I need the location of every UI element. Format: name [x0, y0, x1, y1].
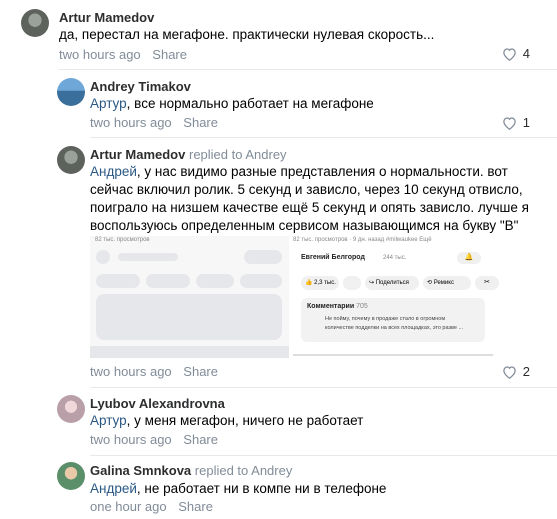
avatar[interactable]	[57, 462, 85, 490]
author-name[interactable]: Artur Mamedov	[90, 147, 185, 162]
replied-to[interactable]: replied to Andrey	[189, 147, 287, 162]
divider	[90, 387, 557, 388]
comment-meta: one hour ago Share	[90, 499, 213, 514]
share-button[interactable]: Share	[183, 432, 218, 447]
comment-text: Андрей, у нас видимо разные представлени…	[90, 163, 535, 235]
comment-meta: two hours ago Share	[90, 364, 218, 379]
comment-body: , все нормально работает на мегафоне	[126, 96, 374, 111]
video-share-label: Поделиться	[375, 280, 409, 286]
comments-preview: Комментарии 705 Не пойму, почему в прода…	[301, 298, 485, 342]
like-button[interactable]: 1	[502, 115, 530, 130]
comment-time[interactable]: two hours ago	[59, 47, 141, 62]
share-button[interactable]: Share	[178, 499, 213, 514]
comments-label: Комментарии	[307, 303, 355, 310]
mention-link[interactable]: Артур	[90, 96, 127, 111]
dislike-icon	[343, 276, 361, 290]
comment-body: , у нас видимо разные представления о но…	[90, 164, 529, 233]
comment-author[interactable]: Artur Mamedov replied to Andrey	[90, 147, 287, 162]
bell-icon: 🔔	[457, 252, 481, 264]
share-button[interactable]: Share	[152, 47, 187, 62]
author-name[interactable]: Galina Smnkova	[90, 463, 191, 478]
mention-link[interactable]: Артур	[90, 413, 127, 428]
comment-time[interactable]: one hour ago	[90, 499, 167, 514]
comment-body: , не работает ни в компе ни в телефоне	[136, 481, 387, 496]
comments-heading: Комментарии 705	[307, 303, 368, 310]
avatar[interactable]	[57, 78, 85, 106]
share-button[interactable]: Share	[183, 364, 218, 379]
comment-meta: two hours ago Share	[90, 115, 218, 130]
share-pill: ↪ Поделиться	[365, 276, 419, 290]
heart-icon	[503, 47, 516, 61]
views-meta: 82 тыс. просмотров · 9 дн. назад #milwau…	[293, 237, 432, 243]
comment-time[interactable]: two hours ago	[90, 364, 172, 379]
comment-text: Артур, все нормально работает на мегафон…	[90, 95, 530, 113]
comment-text: Артур, у меня мегафон, ничего не работае…	[90, 412, 530, 430]
avatar[interactable]	[57, 395, 85, 423]
progress-bar	[293, 354, 493, 356]
like-count: 4	[522, 46, 530, 61]
like-pill: 👍 2,3 тыс.	[301, 276, 339, 290]
like-count: 1	[522, 115, 530, 130]
attached-image[interactable]: 82 тыс. просмотров 82 тыс. просмотров · …	[90, 236, 500, 358]
channel-name: Евгений Белгород	[301, 254, 365, 261]
preview-comment: Не пойму, почему в продаже стало в огром…	[325, 316, 464, 331]
scissors-icon: ✂	[475, 276, 499, 290]
like-count: 2	[522, 364, 530, 379]
subscriber-count: 244 тыс.	[383, 255, 407, 261]
divider	[90, 137, 557, 138]
like-button[interactable]: 4	[502, 46, 530, 61]
comment-author[interactable]: Lyubov Alexandrovna	[90, 396, 225, 411]
comment-body: да, перестал на мегафоне. практически ну…	[59, 27, 435, 42]
views-label: 82 тыс. просмотров	[95, 237, 150, 243]
comment-text: да, перестал на мегафоне. практически ну…	[59, 26, 529, 44]
like-button[interactable]: 2	[502, 364, 530, 379]
heart-icon	[503, 365, 516, 379]
heart-icon	[503, 116, 516, 130]
mention-link[interactable]: Андрей	[90, 164, 137, 179]
mention-link[interactable]: Андрей	[90, 481, 137, 496]
video-like-count: 2,3 тыс.	[314, 280, 336, 286]
remix-label: Ремикс	[433, 280, 454, 286]
comment-author[interactable]: Artur Mamedov	[59, 10, 154, 25]
video-skeleton: 82 тыс. просмотров	[90, 236, 289, 358]
replied-to[interactable]: replied to Andrey	[195, 463, 293, 478]
avatar[interactable]	[21, 9, 49, 37]
comment-author[interactable]: Galina Smnkova replied to Andrey	[90, 463, 292, 478]
divider	[59, 69, 557, 70]
comment-meta: two hours ago Share	[59, 47, 187, 62]
video-info: 82 тыс. просмотров · 9 дн. назад #milwau…	[293, 236, 500, 358]
avatar[interactable]	[57, 146, 85, 174]
comment-time[interactable]: two hours ago	[90, 115, 172, 130]
comment-body: , у меня мегафон, ничего не работает	[126, 413, 364, 428]
comment-author[interactable]: Andrey Timakov	[90, 79, 191, 94]
comment-time[interactable]: two hours ago	[90, 432, 172, 447]
remix-pill: ⟲ Ремикс	[423, 276, 471, 290]
share-button[interactable]: Share	[183, 115, 218, 130]
comment-text: Андрей, не работает ни в компе ни в теле…	[90, 480, 530, 498]
comment-meta: two hours ago Share	[90, 432, 218, 447]
comments-count: 705	[356, 303, 368, 310]
divider	[90, 455, 557, 456]
